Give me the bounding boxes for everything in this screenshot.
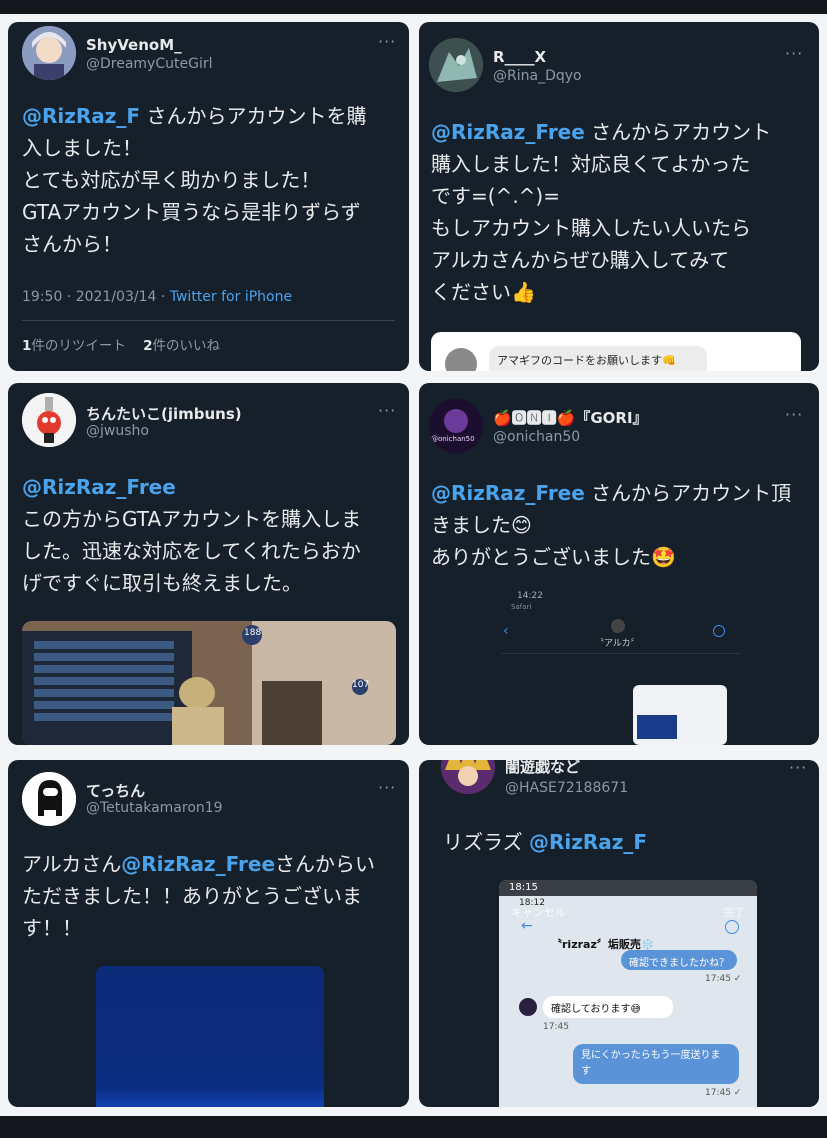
user-handle[interactable]: @onichan50 (493, 429, 580, 445)
more-icon[interactable]: ··· (785, 405, 803, 424)
status-time: 18:15 (509, 882, 538, 893)
user-handle[interactable]: @DreamyCuteGirl (86, 56, 212, 72)
user-name[interactable]: ShyVenoM_ (86, 36, 182, 54)
tweet-card[interactable]: 闇遊戯など @HASE72188671 ··· リズラズ @RizRaz_F 1… (419, 760, 819, 1107)
game-rank-label: 107 (352, 680, 370, 690)
user-name[interactable]: R____X (493, 48, 546, 66)
avatar[interactable] (22, 772, 76, 826)
tweet-text: @RizRaz_Free さんからアカウント 購入しました！対応良くてよかった … (431, 120, 772, 304)
more-icon[interactable]: ··· (378, 401, 396, 420)
chat-timestamp: 17:45 ✓ (705, 974, 742, 984)
embedded-screenshot (633, 685, 727, 745)
chat-message-incoming: 確認しております😅 (543, 996, 673, 1018)
chat-message-outgoing: 見にくかったらもう一度送ります (573, 1044, 739, 1084)
mention-link[interactable]: @RizRaz_Free (121, 852, 275, 876)
info-icon[interactable] (725, 920, 739, 934)
tweet-card[interactable]: ShyVenoM_ @DreamyCuteGirl ··· @RizRaz_F … (8, 22, 409, 371)
avatar[interactable] (429, 38, 483, 92)
tweet-card[interactable]: ちんたいこ(jimbuns) @jwusho ··· @RizRaz_Free … (8, 383, 409, 745)
contact-name: 〝アルカ〞 (595, 639, 640, 649)
tweet-stats: 1件のリツイート 2件のいいね (22, 334, 220, 354)
tweet-source-link[interactable]: Twitter for iPhone (170, 289, 292, 305)
mention-link[interactable]: @RizRaz_Free (431, 120, 585, 144)
info-icon (713, 625, 725, 637)
game-rank-label: 188 (244, 628, 262, 638)
user-name[interactable]: 🍎🅾🅽🅸🍎『GORI』 (493, 407, 648, 428)
user-handle[interactable]: @HASE72188671 (505, 780, 628, 796)
like-stat[interactable]: 2件のいいね (143, 338, 220, 354)
retweet-stat[interactable]: 1件のリツイート (22, 338, 126, 354)
more-icon[interactable]: ··· (785, 44, 803, 63)
avatar[interactable] (22, 26, 76, 80)
tweet-card[interactable]: てっちん @Tetutakamaron19 ··· アルカさん@RizRaz_F… (8, 760, 409, 1107)
back-icon: ‹ (503, 623, 509, 639)
user-handle[interactable]: @Rina_Dqyo (493, 68, 582, 84)
divider (22, 320, 395, 321)
more-icon[interactable]: ··· (378, 778, 396, 797)
cancel-button[interactable]: キャンセル (511, 904, 566, 920)
mention-link[interactable]: @RizRaz_F (22, 104, 140, 128)
chat-timestamp: 17:45 (543, 1022, 569, 1032)
tweet-image[interactable]: 188 107 (22, 621, 396, 745)
tweet-card[interactable]: R____X @Rina_Dqyo ··· @RizRaz_Free さんからア… (419, 22, 819, 371)
avatar[interactable]: @onichan50 (429, 399, 483, 453)
more-icon[interactable]: ··· (789, 760, 807, 777)
avatar[interactable] (441, 760, 495, 794)
tweet-text: @RizRaz_Free この方からGTAアカウントを購入しま した。迅速な対応… (22, 475, 362, 595)
user-name[interactable]: 闇遊戯など (505, 760, 580, 777)
contact-avatar (611, 619, 625, 633)
done-button[interactable]: 完了 (723, 904, 745, 920)
user-handle[interactable]: @Tetutakamaron19 (86, 800, 223, 816)
tweet-image[interactable] (96, 966, 324, 1107)
phone-app: Safari (511, 603, 532, 611)
mention-link[interactable]: @RizRaz_Free (22, 475, 176, 499)
user-name[interactable]: ちんたいこ(jimbuns) (86, 403, 242, 424)
tweet-text: リズラズ @RizRaz_F (443, 830, 648, 854)
top-bar (0, 0, 827, 14)
tweet-card[interactable]: @onichan50 🍎🅾🅽🅸🍎『GORI』 @onichan50 ··· @R… (419, 383, 819, 745)
tweet-timestamp: 19:50 · 2021/03/14 · Twitter for iPhone (22, 289, 293, 305)
back-arrow-icon[interactable]: ← (521, 918, 533, 934)
mention-link[interactable]: @RizRaz_Free (431, 481, 585, 505)
chat-avatar (519, 998, 537, 1016)
embed-avatar (445, 348, 477, 371)
user-handle[interactable]: @jwusho (86, 423, 149, 439)
user-name[interactable]: てっちん (86, 780, 145, 801)
chat-message-outgoing: 確認できましたかね？ (621, 950, 737, 970)
tweet-text: @RizRaz_Free さんからアカウント頂 きました😊 ありがとうございまし… (431, 481, 792, 569)
chat-timestamp: 17:45 ✓ (705, 1088, 742, 1098)
bottom-bar (0, 1116, 827, 1138)
mention-link[interactable]: @RizRaz_F (529, 830, 647, 854)
divider (501, 653, 741, 654)
tweet-text: @RizRaz_F さんからアカウントを購 入しました！ とても対応が早く助かり… (22, 104, 367, 256)
tweet-image[interactable]: 14:22 Safari ‹ 〝アルカ〞 (495, 589, 747, 745)
embed-message: アマギフのコードをお願いします👊 (489, 346, 707, 371)
avatar[interactable] (22, 393, 76, 447)
tweet-text: アルカさん@RizRaz_Freeさんからい ただきました！！ありがとうございま… (22, 852, 376, 940)
avatar-label: @onichan50 (431, 435, 475, 443)
tweet-image[interactable]: 18:15 18:12 キャンセル 完了 ← 〝rizraz〞垢販売❄️ 確認で… (499, 880, 757, 1107)
tweet-image[interactable]: アマギフのコードをお願いします👊 (431, 332, 801, 371)
phone-time: 14:22 (517, 591, 543, 601)
more-icon[interactable]: ··· (378, 32, 396, 51)
